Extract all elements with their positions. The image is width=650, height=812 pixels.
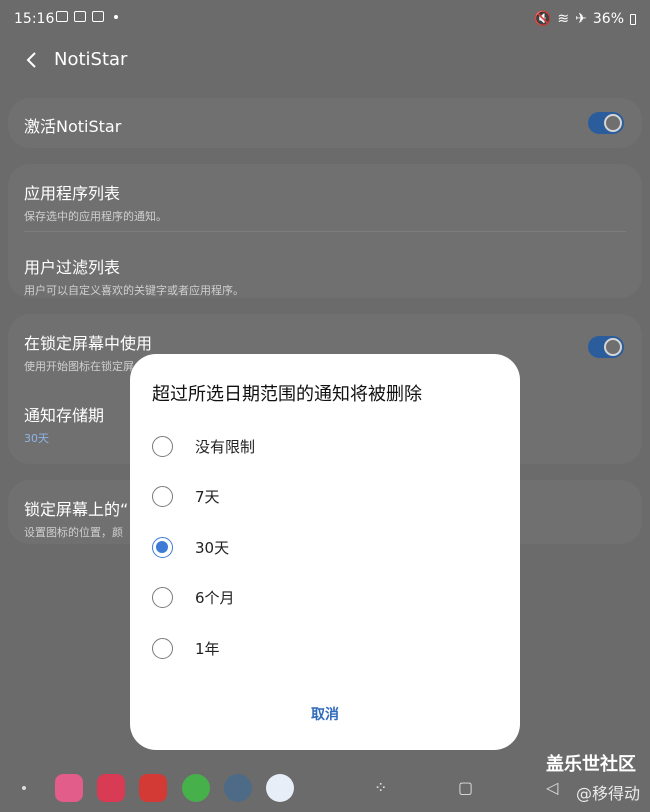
option-label: 1年 (195, 639, 220, 658)
status-time: 15:16 (14, 11, 55, 27)
watermark: 盖乐世社区 (546, 754, 636, 775)
wifi-icon: ≋ (557, 11, 570, 27)
option-label: 6个月 (195, 588, 235, 607)
activate-toggle[interactable] (588, 112, 624, 134)
gallery-icon (56, 11, 68, 22)
filter-list-item[interactable]: 用户过滤列表 用户可以自定义喜欢的关键字或者应用程序。 (8, 224, 642, 298)
settings-app-icon[interactable] (224, 774, 252, 802)
dialog-title: 超过所选日期范围的通知将被删除 (152, 384, 422, 405)
option-label: 30天 (195, 538, 230, 557)
lock-screen-label: 在锁定屏幕中使用 (24, 334, 153, 353)
home-icon[interactable]: ▢ (458, 778, 476, 797)
battery-icon (630, 13, 636, 25)
option-1-year[interactable]: 1年 (152, 636, 220, 660)
battery-percent: 36% (592, 11, 624, 27)
option-30-days[interactable]: 30天 (152, 535, 229, 559)
more-notifications-icon (114, 14, 118, 19)
radio-button-selected[interactable] (152, 536, 173, 558)
radio-button[interactable] (152, 586, 173, 608)
back-nav-icon[interactable]: ◁ (546, 778, 564, 797)
back-arrow-icon[interactable] (22, 50, 42, 70)
app-list-sub: 保存选中的应用程序的通知。 (24, 210, 167, 223)
radio-button[interactable] (152, 485, 173, 507)
filter-list-label: 用户过滤列表 (24, 258, 121, 277)
radio-button[interactable] (152, 435, 173, 457)
option-label: 没有限制 (195, 437, 256, 456)
lists-card: 应用程序列表 保存选中的应用程序的通知。 用户过滤列表 用户可以自定义喜欢的关键… (8, 164, 642, 298)
taskbar-dot (22, 786, 26, 790)
store-app-icon[interactable] (97, 774, 125, 802)
notes-app-icon[interactable] (55, 774, 83, 802)
activate-card[interactable]: 激活NotiStar (8, 98, 642, 148)
app-bar: NotiStar (0, 38, 650, 82)
storage-period-dialog: 超过所选日期范围的通知将被删除 没有限制 7天 30天 6个月 1年 取消 (130, 354, 520, 750)
weather-icon (74, 11, 86, 22)
system-icons: 🔇 ≋ ✈ 36% (534, 11, 636, 27)
notification-icons (56, 11, 118, 22)
app-list-item[interactable]: 应用程序列表 保存选中的应用程序的通知。 (8, 164, 642, 224)
bixby-app-icon[interactable] (266, 774, 294, 802)
app-list-label: 应用程序列表 (24, 184, 121, 203)
filter-list-sub: 用户可以自定义喜欢的关键字或者应用程序。 (24, 284, 244, 297)
option-label: 7天 (195, 487, 220, 506)
airplane-icon: ✈ (575, 11, 587, 27)
status-bar: 15:16 🔇 ≋ ✈ 36% (0, 0, 650, 38)
option-7-days[interactable]: 7天 (152, 484, 220, 508)
activate-label: 激活NotiStar (24, 117, 122, 136)
taobao-icon (92, 11, 104, 22)
option-no-limit[interactable]: 没有限制 (152, 434, 255, 458)
radio-button[interactable] (152, 637, 173, 659)
toutiao-app-icon[interactable] (139, 774, 167, 802)
cancel-button[interactable]: 取消 (130, 704, 520, 724)
mute-icon: 🔇 (533, 11, 552, 27)
taskbar: ⁘ ▢ ◁ 盖乐世社区 @移得动 (0, 754, 650, 812)
wechat-app-icon[interactable] (182, 774, 210, 802)
app-drawer-icon[interactable]: ⁘ (374, 778, 392, 797)
page-title: NotiStar (54, 49, 128, 70)
option-6-months[interactable]: 6个月 (152, 585, 235, 609)
lock-screen-toggle[interactable] (588, 336, 624, 358)
watermark-user: @移得动 (575, 784, 640, 803)
